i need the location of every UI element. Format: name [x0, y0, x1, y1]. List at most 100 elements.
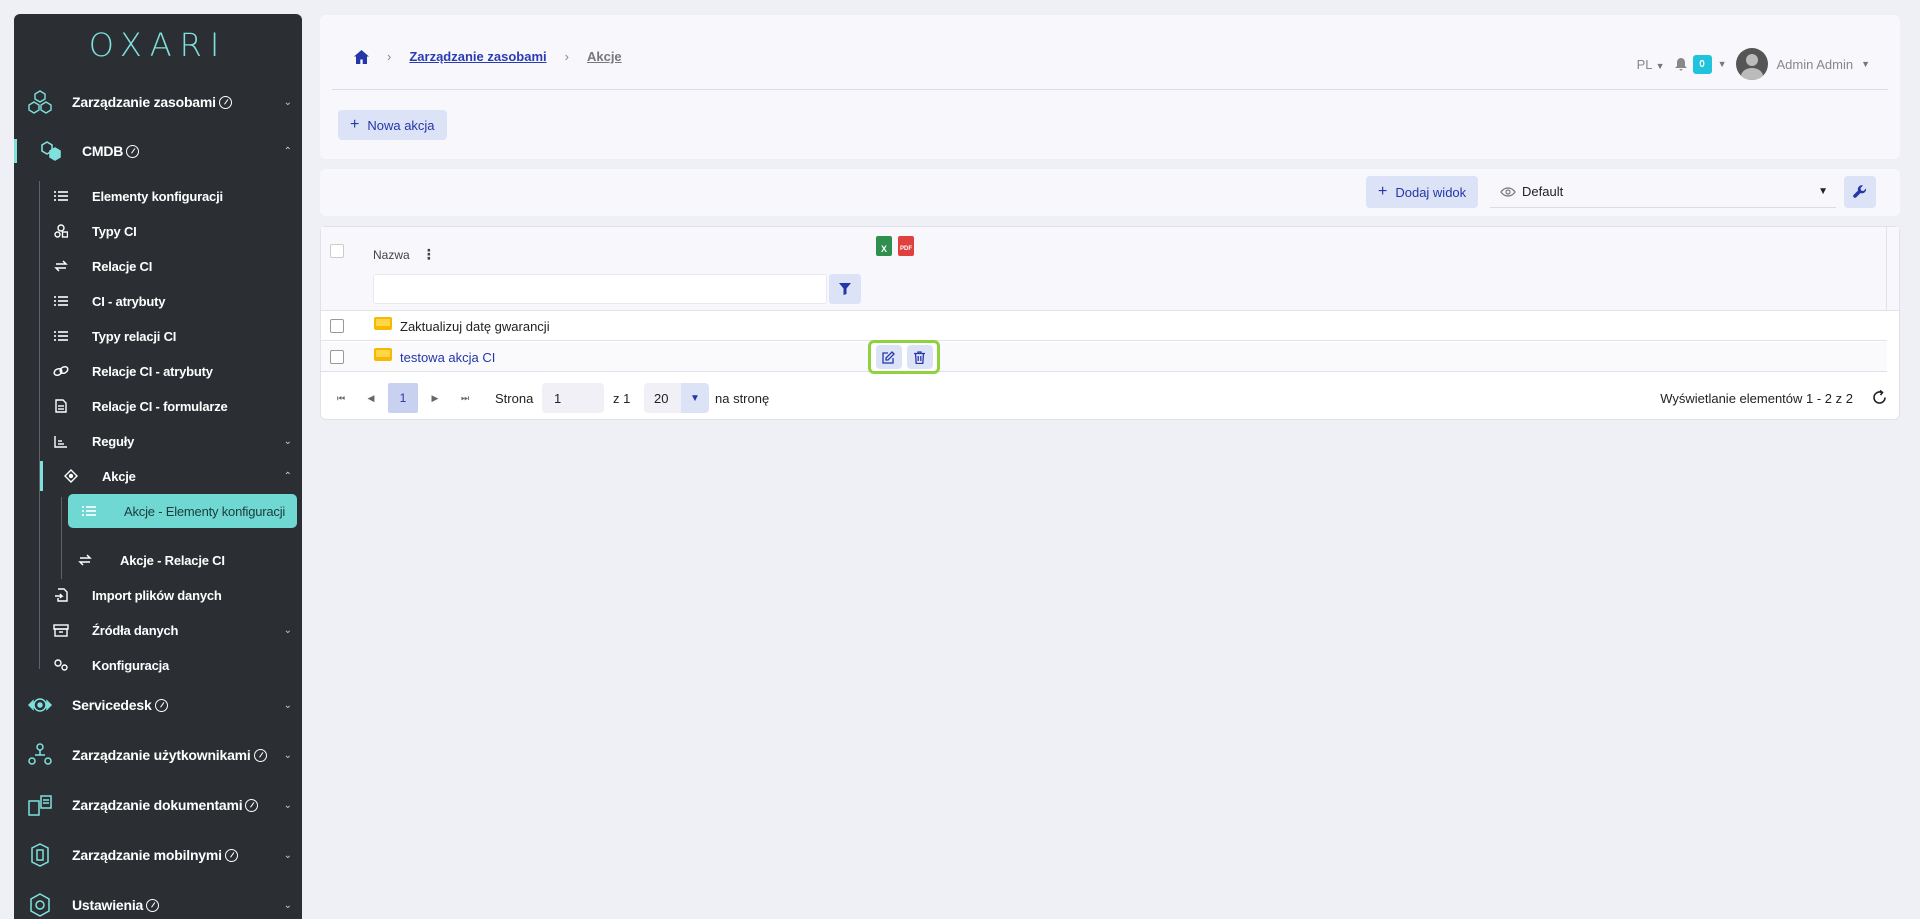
users-icon — [28, 743, 52, 765]
view-settings-button[interactable] — [1844, 176, 1876, 208]
per-page-select[interactable]: 20 — [644, 383, 684, 413]
column-menu-icon[interactable]: ⋮ — [422, 246, 436, 263]
add-view-label: Dodaj widok — [1395, 184, 1467, 200]
export-excel-label: X — [880, 244, 887, 254]
nav-actions-ci-relations[interactable]: Akcje - Relacje CI — [76, 545, 302, 575]
nav-servicedesk[interactable]: Servicedesk ⌄ — [14, 680, 302, 730]
column-name-label: Nazwa — [373, 247, 410, 262]
swap-icon — [76, 551, 94, 569]
nav-ci-types-label: Typy CI — [92, 223, 137, 239]
header-tools: PL ▼ 0 ▼ Admin Admin ▼ — [1637, 48, 1870, 80]
nav-asset-management-label: Zarządzanie zasobami — [72, 94, 216, 110]
nav-user-management[interactable]: Zarządzanie użytkownikami ⌄ — [14, 730, 302, 780]
divider — [332, 89, 1888, 90]
table-row[interactable]: testowa akcja CI — [321, 340, 1887, 374]
nav-data-import[interactable]: Import plików danych — [52, 580, 302, 610]
add-view-button[interactable]: + Dodaj widok — [1366, 176, 1479, 208]
nav-asset-management[interactable]: Zarządzanie zasobami ⌄ — [14, 77, 302, 127]
row-name-link[interactable]: testowa akcja CI — [400, 350, 495, 365]
nav-configuration-label: Konfiguracja — [92, 657, 170, 673]
nav-actions-configuration-items[interactable]: Akcje - Elementy konfiguracji — [68, 494, 297, 528]
nav-ci-relation-types[interactable]: Typy relacji CI — [52, 321, 302, 351]
page-label: Strona — [495, 391, 534, 406]
last-page-icon[interactable]: ⏭ — [450, 383, 480, 413]
delete-button[interactable] — [906, 345, 933, 369]
nav-actions-configuration-items-label: Akcje - Elementy konfiguracji — [124, 503, 286, 519]
filter-icon — [839, 283, 851, 295]
language-selector[interactable]: PL ▼ — [1637, 57, 1665, 72]
new-action-button[interactable]: + Nowa akcja — [338, 110, 447, 140]
nav-actions-ci-relations-label: Akcje - Relacje CI — [120, 552, 225, 568]
nav-configuration-items[interactable]: Elementy konfiguracji — [52, 181, 302, 211]
breadcrumb-separator-icon: › — [564, 49, 569, 64]
select-all-checkbox[interactable] — [330, 244, 344, 258]
refresh-icon[interactable] — [1872, 389, 1887, 408]
view-select[interactable]: Default ▼ — [1490, 176, 1836, 208]
nav-configuration-items-label: Elementy konfiguracji — [92, 188, 223, 204]
nav-ci-attributes-label: CI - atrybuty — [92, 293, 166, 309]
bell-icon — [1674, 57, 1687, 70]
nav-configuration[interactable]: Konfiguracja — [52, 650, 302, 680]
table-row[interactable]: Zaktualizuj datę gwarancji — [321, 311, 1887, 341]
nav-ci-relation-attributes[interactable]: Relacje CI - atrybuty — [52, 356, 302, 386]
next-page-icon[interactable]: ▶ — [420, 383, 450, 413]
nav-ci-relations[interactable]: Relacje CI — [52, 251, 302, 281]
row-checkbox[interactable] — [330, 350, 344, 364]
diamond-icon — [62, 467, 80, 485]
page-input[interactable]: 1 — [542, 383, 604, 413]
row-checkbox[interactable] — [330, 319, 344, 333]
list-icon — [80, 502, 98, 520]
monitor-icon — [374, 317, 392, 330]
caret-down-icon: ▼ — [1717, 59, 1727, 69]
info-badge-icon — [218, 96, 232, 109]
nav-data-sources[interactable]: Źródła danych ⌄ — [52, 615, 302, 645]
list-icon — [52, 327, 70, 345]
prev-page-icon[interactable]: ◀ — [356, 383, 386, 413]
edit-button[interactable] — [875, 345, 902, 369]
name-filter-input[interactable] — [373, 274, 827, 304]
nav-cmdb[interactable]: CMDB ⌃ — [14, 126, 302, 176]
chevron-down-icon: ⌄ — [283, 699, 292, 711]
nav-mobile-management[interactable]: Zarządzanie mobilnymi ⌄ — [14, 830, 302, 880]
plus-icon: + — [1378, 183, 1388, 200]
filter-button[interactable] — [829, 274, 861, 304]
export-pdf-label: PDF — [900, 246, 912, 252]
per-page-label: na stronę — [715, 391, 770, 406]
nav-ci-types[interactable]: Typy CI — [52, 216, 302, 246]
info-badge-icon — [154, 699, 168, 712]
nav-rules[interactable]: Reguły ⌄ — [52, 426, 302, 456]
chevron-up-icon: ⌃ — [283, 470, 292, 482]
export-pdf-icon[interactable]: PDF — [898, 236, 914, 256]
export-excel-icon[interactable]: X — [876, 236, 892, 256]
caret-down-icon[interactable]: ▼ — [681, 383, 709, 413]
notifications-button[interactable]: 0 ▼ — [1674, 54, 1727, 74]
nav-rules-label: Reguły — [92, 433, 135, 449]
plus-icon: + — [350, 116, 360, 133]
sidebar: OXARI Zarządzanie zasobami ⌄ CMDB ⌃ Elem… — [14, 14, 302, 919]
chevron-down-icon: ⌄ — [283, 96, 292, 108]
nav-ci-relation-forms-label: Relacje CI - formularze — [92, 398, 228, 414]
column-header-name[interactable]: Nazwa ⋮ — [373, 246, 436, 263]
tree-line — [39, 181, 40, 669]
nav-ci-attributes[interactable]: CI - atrybuty — [52, 286, 302, 316]
nav-ci-relation-forms[interactable]: Relacje CI - formularze — [52, 391, 302, 421]
mobile-icon — [31, 843, 49, 867]
first-page-icon[interactable]: ⏮ — [326, 383, 356, 413]
user-menu[interactable]: Admin Admin ▼ — [1736, 48, 1870, 80]
nav-actions[interactable]: Akcje ⌃ — [62, 461, 302, 491]
info-badge-icon — [224, 849, 238, 862]
servicedesk-icon — [27, 698, 53, 712]
breadcrumb-asset-management[interactable]: Zarządzanie zasobami — [409, 49, 546, 64]
nav-document-management[interactable]: Zarządzanie dokumentami ⌄ — [14, 780, 302, 830]
header-card: › Zarządzanie zasobami › Akcje PL ▼ 0 ▼ … — [320, 15, 1900, 159]
nav-document-management-label: Zarządzanie dokumentami — [72, 797, 243, 813]
nav-data-sources-label: Źródła danych — [92, 622, 179, 638]
document-icon — [52, 397, 70, 415]
link-icon — [52, 362, 70, 380]
chevron-down-icon: ⌄ — [283, 749, 292, 761]
trash-icon — [914, 350, 925, 364]
page-current[interactable]: 1 — [388, 383, 418, 413]
nav-servicedesk-label: Servicedesk — [72, 697, 152, 713]
nav-settings[interactable]: Ustawienia ⌄ — [14, 880, 302, 919]
home-icon[interactable] — [354, 49, 369, 64]
